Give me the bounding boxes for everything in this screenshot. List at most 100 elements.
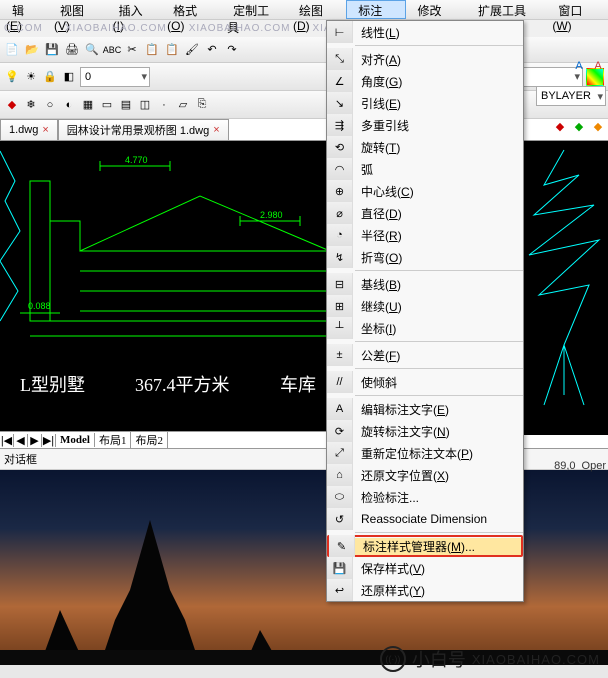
dim-2: 2.980 (260, 210, 283, 220)
new-icon[interactable]: 📄 (4, 42, 20, 58)
close-icon[interactable]: × (42, 124, 48, 136)
match-icon[interactable]: 🖌 (184, 42, 200, 58)
mi-tolerance[interactable]: ±公差(F) (327, 344, 523, 366)
status-coord: 89,0 (554, 460, 575, 472)
tool-grn-icon[interactable]: ◆ (571, 118, 587, 134)
menu-window[interactable]: 窗口(W) (546, 0, 608, 19)
tab-layout2[interactable]: 布局2 (131, 431, 168, 449)
doc-tab-2[interactable]: 园林设计常用景观桥图 1.dwg× (58, 119, 229, 140)
bulb-icon[interactable]: 💡 (4, 69, 20, 85)
open-icon[interactable]: 📂 (24, 42, 40, 58)
mi-ordinate[interactable]: ┴坐标(I) (327, 317, 523, 339)
table-icon[interactable]: ▤ (118, 97, 134, 113)
copy-icon[interactable]: 📋 (144, 42, 160, 58)
mi-leader[interactable]: ↘引线(E) (327, 92, 523, 114)
menubar: 辑(E) 视图(V) 插入(I) 格式(O) 定制工具 绘图(D) 标注(N) … (0, 0, 608, 20)
angle-icon: ∠ (335, 75, 345, 88)
mi-oblique[interactable]: //使倾斜 (327, 371, 523, 393)
align-icon: ⤡ (335, 53, 344, 66)
tab-nav-prev[interactable]: ◀ (14, 434, 28, 447)
menu-draw[interactable]: 绘图(D) (287, 0, 346, 19)
mi-save-style[interactable]: 💾保存样式(V) (327, 557, 523, 579)
mi-jogged[interactable]: ↯折弯(O) (327, 246, 523, 268)
jog-icon: ↯ (335, 251, 344, 264)
leader-icon: ↘ (335, 97, 344, 110)
color-combo[interactable]: BYLAYER (536, 86, 606, 106)
close-icon[interactable]: × (213, 124, 219, 136)
hatch-icon[interactable]: ▦ (80, 97, 96, 113)
mi-diameter[interactable]: ⌀直径(D) (327, 202, 523, 224)
layer-combo[interactable]: 0 (80, 67, 150, 87)
brand-logo: ((·)) 小白号 XIAOBAIHAO.COM (380, 646, 600, 672)
menu-dimension[interactable]: 标注(N) (346, 0, 405, 19)
point-icon[interactable]: · (156, 97, 172, 113)
mi-aligned[interactable]: ⤡对齐(A) (327, 48, 523, 70)
wipeout-icon[interactable]: ▱ (175, 97, 191, 113)
text-a2-icon[interactable]: A (590, 58, 606, 74)
tol-icon: ± (336, 349, 342, 361)
mi-linear[interactable]: ⊢线性(L) (327, 21, 523, 43)
mi-home-text[interactable]: ⌂还原文字位置(X) (327, 464, 523, 486)
dia-icon: ⌀ (336, 207, 343, 220)
layer-color-icon[interactable]: ◧ (61, 69, 77, 85)
tab-nav-last[interactable]: ▶| (42, 434, 56, 447)
insert-icon[interactable]: ⎘ (194, 97, 210, 113)
print-icon[interactable]: 🖨 (64, 42, 80, 58)
menu-ext[interactable]: 扩展工具(X) (466, 0, 546, 19)
center-icon: ⊕ (335, 185, 344, 198)
mi-mleader[interactable]: ⇶多重引线 (327, 114, 523, 136)
sun-icon[interactable]: ☀ (23, 69, 39, 85)
antenna-icon: ((·)) (380, 646, 406, 672)
mi-edit-text[interactable]: A编辑标注文字(E) (327, 398, 523, 420)
tool-red-icon[interactable]: ◆ (552, 118, 568, 134)
mi-center[interactable]: ⊕中心线(C) (327, 180, 523, 202)
paste-icon[interactable]: 📋 (164, 42, 180, 58)
layer-red-icon[interactable]: ◆ (4, 97, 20, 113)
menu-custom[interactable]: 定制工具 (221, 0, 287, 19)
mi-arc[interactable]: ◠弧 (327, 158, 523, 180)
layer-off-icon[interactable]: ○ (42, 97, 58, 113)
menu-edit[interactable]: 辑(E) (0, 0, 48, 19)
undo-icon[interactable]: ↶ (204, 42, 220, 58)
tab-layout1[interactable]: 布局1 (95, 431, 132, 449)
save-icon[interactable]: 💾 (44, 42, 60, 58)
spell-icon[interactable]: ABC (104, 42, 120, 58)
mleader-icon: ⇶ (335, 119, 344, 132)
menu-modify[interactable]: 修改(M) (406, 0, 467, 19)
tab-nav-first[interactable]: |◀ (0, 434, 14, 447)
mi-rotate-text[interactable]: ⟳旋转标注文字(N) (327, 420, 523, 442)
menu-format[interactable]: 格式(O) (161, 0, 221, 19)
doc-tab-1[interactable]: 1.dwg× (0, 119, 58, 140)
block-icon[interactable]: ◫ (137, 97, 153, 113)
mi-continue[interactable]: ⊞继续(U) (327, 295, 523, 317)
layer-freeze-icon[interactable]: ❄ (23, 97, 39, 113)
cont-icon: ⊞ (335, 300, 344, 313)
tab-model[interactable]: Model (56, 433, 95, 447)
drawing-label-3: 车库 (280, 375, 316, 395)
preview-icon[interactable]: 🔍 (84, 42, 100, 58)
redo-icon[interactable]: ↷ (224, 42, 240, 58)
tool-org-icon[interactable]: ◆ (590, 118, 606, 134)
status-mode: Oper (582, 460, 606, 472)
mi-reassociate[interactable]: ↺Reassociate Dimension (327, 508, 523, 530)
tab-nav-next[interactable]: ▶ (28, 434, 42, 447)
menu-view[interactable]: 视图(V) (48, 0, 107, 19)
mi-reposition[interactable]: ⤢重新定位标注文本(P) (327, 442, 523, 464)
lock-icon[interactable]: 🔒 (42, 69, 58, 85)
mi-baseline[interactable]: ⊟基线(B) (327, 273, 523, 295)
region-icon[interactable]: ▭ (99, 97, 115, 113)
mi-rotated[interactable]: ⟲旋转(T) (327, 136, 523, 158)
mi-restore-style[interactable]: ↩还原样式(Y) (327, 579, 523, 601)
mi-inspect[interactable]: ⬭检验标注... (327, 486, 523, 508)
brand-name: 小白号 (412, 646, 466, 672)
mi-angular[interactable]: ∠角度(G) (327, 70, 523, 92)
rest-icon: ↩ (335, 584, 344, 597)
mi-radius[interactable]: ◔半径(R) (327, 224, 523, 246)
menu-insert[interactable]: 插入(I) (107, 0, 162, 19)
mi-dim-style-manager[interactable]: ✎标注样式管理器(M)... (327, 535, 523, 557)
cut-icon[interactable]: ✂ (124, 42, 140, 58)
line-icon: ⊢ (335, 26, 345, 39)
insp-icon: ⬭ (335, 491, 344, 504)
layer-prev-icon[interactable]: ◐ (61, 97, 77, 113)
text-a-icon[interactable]: A (571, 58, 587, 74)
